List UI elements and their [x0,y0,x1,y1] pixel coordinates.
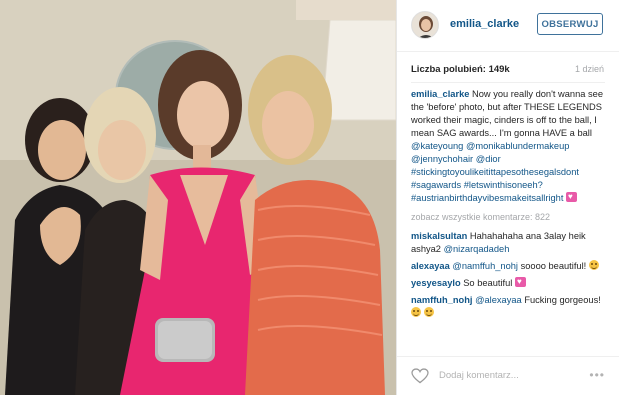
likes-count[interactable]: Liczba polubień: 149k [411,64,510,75]
instagram-post: emilia_clarke OBSERWUJ Liczba polubień: … [0,0,619,395]
divider [411,82,605,83]
comment-username[interactable]: namffuh_nohj [411,295,472,305]
username-link[interactable]: emilia_clarke [450,18,519,30]
emoji-smile-icon [423,307,434,317]
hashtag-link[interactable]: #stickingtoyoulikeitittapesothesegalsdon… [411,167,579,177]
comment-text: Fucking gorgeous! [524,295,601,305]
follow-button[interactable]: OBSERWUJ [537,13,603,35]
hashtag-link[interactable]: #austrianbirthdayvibesmakeitsallright [411,193,563,203]
comment-text: soooo beautiful! [520,261,587,271]
mention-link[interactable]: @nizarqadadeh [444,244,510,254]
mention-link[interactable]: @kateyoung [411,141,463,151]
photo-image [0,0,396,395]
mention-link[interactable]: @monikablundermakeup [466,141,570,151]
emoji-heart-icon [514,275,526,288]
view-all-comments-link[interactable]: zobacz wszystkie komentarze: 822 [411,211,607,224]
post-caption: emilia_clarke Now you really don't wanna… [411,88,607,205]
post-sidebar: emilia_clarke OBSERWUJ Liczba polubień: … [396,0,619,395]
emoji-smile-icon [588,260,599,270]
mention-link[interactable]: @dior [476,154,501,164]
comment-item: alexayaa @namffuh_nohj soooo beautiful! [411,260,607,273]
add-comment-input[interactable]: Dodaj komentarz... [439,370,519,381]
emoji-smile-icon [411,307,421,317]
comment-username[interactable]: yesyesaylo [411,278,461,288]
comment-item: namffuh_nohj @alexayaa Fucking gorgeous! [411,294,607,320]
heart-icon[interactable] [411,368,429,384]
comment-item: miskalsultan Hahahahaha ana 3alay heik a… [411,230,607,256]
mention-link[interactable]: @alexayaa [475,295,522,305]
emoji-heart-icon [566,190,578,203]
avatar[interactable] [411,11,439,39]
avatar-image [412,12,438,38]
post-header: emilia_clarke OBSERWUJ [397,0,619,52]
comments-list[interactable]: emilia_clarke Now you really don't wanna… [411,88,607,352]
mention-link[interactable]: @jennychohair [411,154,473,164]
post-photo[interactable] [0,0,396,395]
comment-text: So beautiful [463,278,513,288]
options-icon[interactable]: ••• [589,368,605,382]
post-footer: Dodaj komentarz... ••• [397,356,619,395]
hashtag-link[interactable]: #sagawards [411,180,461,190]
comment-username[interactable]: alexayaa [411,261,450,271]
hashtag-link[interactable]: #letswinthisoneeh? [464,180,543,190]
mention-link[interactable]: @namffuh_nohj [452,261,518,271]
post-timestamp[interactable]: 1 dzień [575,64,604,74]
caption-username[interactable]: emilia_clarke [411,89,469,99]
comment-username[interactable]: miskalsultan [411,231,467,241]
comment-item: yesyesaylo So beautiful [411,275,607,290]
